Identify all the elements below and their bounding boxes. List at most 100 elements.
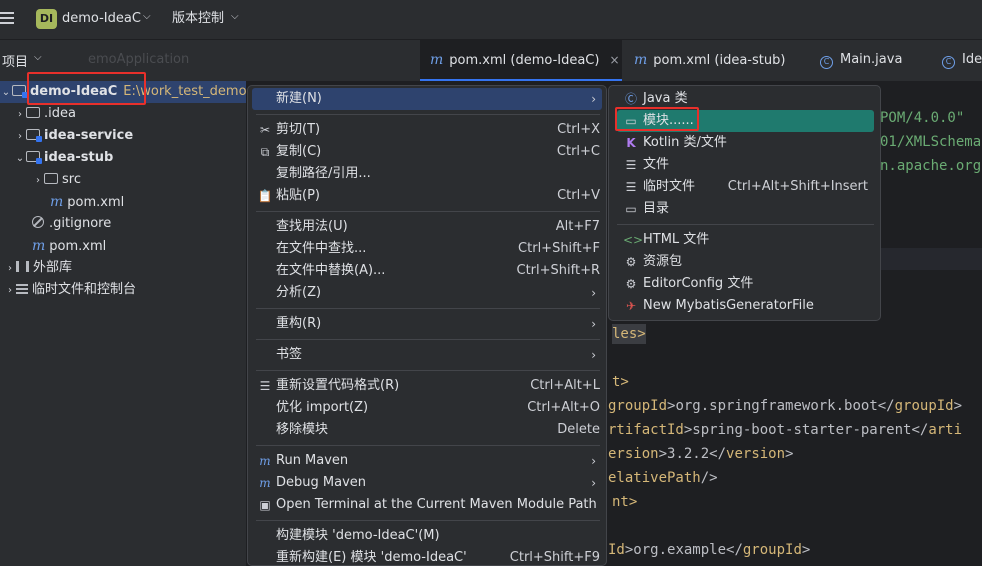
folder-icon: [26, 107, 40, 118]
tab-pom-idea-stub[interactable]: m pom.xml (idea-stub): [624, 40, 806, 81]
menu-item-debug-maven[interactable]: m Debug Maven ›: [252, 472, 602, 494]
menu-item-remove-module[interactable]: 移除模块 Delete: [252, 419, 602, 441]
reformat-icon: ☰: [259, 379, 271, 393]
chevron-right-icon[interactable]: ›: [4, 280, 16, 302]
chevron-right-icon[interactable]: ›: [14, 104, 26, 126]
code-line: t>: [612, 374, 629, 390]
submenu-item-mybatis-generator[interactable]: ✈ New MybatisGeneratorFile: [617, 295, 874, 317]
chevron-right-icon: ›: [591, 476, 596, 490]
terminal-icon: ▣: [259, 498, 271, 512]
copy-icon: ⧉: [260, 145, 270, 159]
tree-item-src[interactable]: › src: [0, 169, 81, 191]
chevron-down-icon[interactable]: ⌄: [0, 82, 12, 104]
gear-icon: ⚙: [625, 277, 637, 291]
menu-item-refactor[interactable]: 重构(R) ›: [252, 313, 602, 335]
submenu-item-scratch-file[interactable]: ☰ 临时文件 Ctrl+Alt+Shift+Insert: [617, 176, 874, 198]
module-folder-icon: [26, 151, 42, 164]
menu-item-find-usages[interactable]: 查找用法(U) Alt+F7: [252, 216, 602, 238]
menu-item-find-in-files[interactable]: 在文件中查找... Ctrl+Shift+F: [252, 238, 602, 260]
chevron-down-icon[interactable]: ⌄: [14, 148, 26, 170]
close-tab-icon[interactable]: ×: [609, 53, 619, 67]
menu-item-optimize-imports[interactable]: 优化 import(Z) Ctrl+Alt+O: [252, 397, 602, 419]
folder-icon: ▭: [625, 202, 637, 216]
folder-icon: [44, 173, 58, 184]
code-line: rtifactId>spring-boot-starter-parent</ar…: [608, 422, 963, 438]
code-line: elativePath/>: [608, 470, 718, 486]
tab-ide[interactable]: C Ide: [942, 40, 982, 81]
menu-item-copy-path[interactable]: 复制路径/引用...: [252, 163, 602, 185]
tree-item-gitignore[interactable]: .gitignore: [0, 213, 111, 235]
menu-item-copy[interactable]: ⧉ 复制(C) Ctrl+C: [252, 141, 602, 163]
ghost-tab-text: emoApplication: [88, 52, 190, 67]
annotation-highlight-root: [27, 72, 146, 105]
chevron-right-icon[interactable]: ›: [14, 126, 26, 148]
tab-pom-demo-ideac[interactable]: m pom.xml (demo-IdeaC) ×: [420, 40, 622, 81]
chevron-right-icon: ›: [591, 454, 596, 468]
tree-item-idea[interactable]: › .idea: [0, 103, 76, 125]
code-line: nt>: [612, 494, 638, 510]
kotlin-icon: K: [626, 136, 636, 150]
chevron-down-icon[interactable]: ⌵: [34, 52, 42, 63]
clipboard-icon: 📋: [257, 189, 273, 203]
chevron-down-icon[interactable]: ⌵: [231, 11, 239, 22]
tree-item-idea-service[interactable]: › idea-service: [0, 125, 133, 147]
menu-item-open-terminal[interactable]: ▣ Open Terminal at the Current Maven Modu…: [252, 494, 602, 516]
tree-item-scratches[interactable]: › 临时文件和控制台: [0, 279, 136, 301]
submenu-item-html-file[interactable]: <> HTML 文件: [617, 229, 874, 251]
chevron-right-icon[interactable]: ›: [4, 258, 16, 280]
project-badge[interactable]: DI: [36, 9, 57, 29]
menu-item-rebuild-module[interactable]: 重新构建(E) 模块 'demo-IdeaC' Ctrl+Shift+F9: [252, 547, 602, 566]
code-line: groupId>org.springframework.boot</groupI…: [608, 398, 963, 414]
menu-item-build-module[interactable]: 构建模块 'demo-IdeaC'(M): [252, 525, 602, 547]
maven-file-icon: m: [50, 194, 64, 210]
main-menu-icon[interactable]: [0, 10, 20, 28]
library-icon: [16, 261, 29, 272]
mybatis-bird-icon: ✈: [625, 299, 637, 313]
submenu-item-resource-bundle[interactable]: ⚙ 资源包: [617, 251, 874, 273]
submenu-item-editorconfig[interactable]: ⚙ EditorConfig 文件: [617, 273, 874, 295]
menu-separator: [617, 224, 874, 225]
maven-file-icon: m: [32, 238, 46, 254]
menu-separator: [256, 114, 600, 115]
context-menu: 新建(N) › ✂ 剪切(T) Ctrl+X ⧉ 复制(C) Ctrl+C 复制路径/引用…: [247, 85, 607, 566]
code-line: 01/XMLSchema: [880, 134, 982, 150]
chevron-right-icon[interactable]: ›: [32, 170, 44, 192]
menu-item-paste[interactable]: 📋 粘贴(P) Ctrl+V: [252, 185, 602, 207]
menu-item-analyze[interactable]: 分析(Z) ›: [252, 282, 602, 304]
chevron-right-icon: ›: [591, 348, 596, 362]
scratch-file-icon: ☰: [625, 180, 637, 194]
menu-item-replace-in-files[interactable]: 在文件中替换(A)... Ctrl+Shift+R: [252, 260, 602, 282]
menu-item-new[interactable]: 新建(N) ›: [252, 88, 602, 110]
java-class-icon: C: [942, 56, 955, 69]
file-icon: ☰: [625, 158, 637, 172]
project-view-selector[interactable]: 项目: [2, 51, 28, 70]
module-folder-icon: [12, 85, 28, 98]
maven-file-icon: m: [430, 52, 444, 68]
menu-item-bookmarks[interactable]: 书签 ›: [252, 344, 602, 366]
chevron-right-icon: ›: [591, 317, 596, 331]
tree-item-idea-stub[interactable]: ⌄ idea-stub: [0, 147, 113, 169]
vcs-menu[interactable]: 版本控制: [172, 10, 224, 28]
code-line: n.apache.org: [880, 158, 982, 174]
chevron-down-icon[interactable]: ⌵: [143, 11, 151, 22]
menu-item-run-maven[interactable]: m Run Maven ›: [252, 450, 602, 472]
code-line: ersion>3.2.2</version>: [608, 446, 794, 462]
chevron-right-icon: ›: [591, 286, 596, 300]
menu-item-reformat-code[interactable]: ☰ 重新设置代码格式(R) Ctrl+Alt+L: [252, 375, 602, 397]
menu-separator: [256, 308, 600, 309]
submenu-item-file[interactable]: ☰ 文件: [617, 154, 874, 176]
project-switcher[interactable]: demo-IdeaC: [62, 10, 141, 28]
menu-separator: [256, 520, 600, 521]
submenu-item-directory[interactable]: ▭ 目录: [617, 198, 874, 220]
tree-item-pom-stub[interactable]: m pom.xml: [0, 191, 124, 213]
menu-separator: [256, 211, 600, 212]
code-line: les>: [612, 324, 646, 344]
tab-main-java[interactable]: C Main.java: [820, 40, 940, 81]
maven-run-icon: m: [259, 454, 271, 468]
scratches-icon: [16, 284, 28, 294]
menu-item-cut[interactable]: ✂ 剪切(T) Ctrl+X: [252, 119, 602, 141]
tree-item-external-libs[interactable]: › 外部库: [0, 257, 72, 279]
submenu-item-kotlin[interactable]: K Kotlin 类/文件: [617, 132, 874, 154]
html-icon: <>: [623, 233, 644, 247]
tree-item-pom-root[interactable]: m pom.xml: [0, 235, 106, 257]
